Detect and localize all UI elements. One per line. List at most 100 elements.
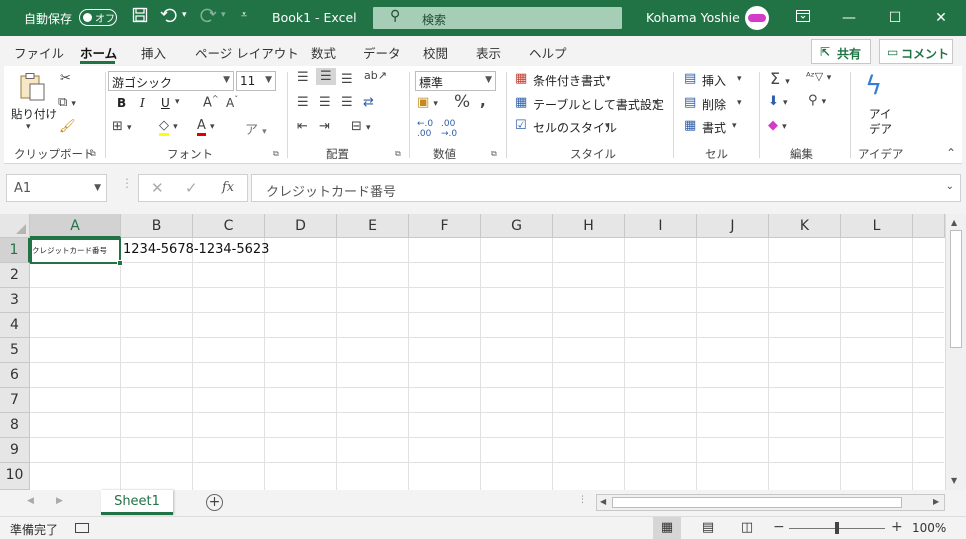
font-color-icon[interactable]: A ▾ [197, 118, 215, 136]
chevron-down-icon[interactable]: ▾ [606, 74, 611, 84]
tab-insert[interactable]: 挿入 [141, 43, 166, 62]
middle-align-icon[interactable]: ☰ [316, 68, 336, 85]
avatar[interactable] [745, 6, 769, 30]
font-size-select[interactable]: 11 ▼ [236, 71, 276, 91]
increase-font-size-icon[interactable]: A^ [203, 94, 219, 110]
conditional-format-icon[interactable]: ▦ [515, 71, 527, 86]
row-header[interactable]: 8 [0, 413, 30, 438]
enter-icon[interactable]: ✓ [185, 179, 198, 197]
underline-dropdown-icon[interactable]: ▾ [175, 97, 180, 107]
align-center-icon[interactable]: ☰ [319, 95, 331, 110]
top-align-icon[interactable]: ☰ [297, 70, 309, 85]
normal-view-icon[interactable]: ▦ [653, 517, 681, 539]
font-name-select[interactable]: 游ゴシック ▼ [108, 71, 234, 91]
ribbon-display-options-icon[interactable] [791, 6, 815, 30]
format-as-table-button[interactable]: テーブルとして書式設定 [533, 96, 664, 113]
vertical-scrollbar[interactable]: ▲ ▼ [945, 214, 966, 490]
formula-input[interactable]: クレジットカード番号 ⌄ [251, 174, 961, 202]
delete-cells-button[interactable]: 削除 [702, 96, 726, 113]
row-header[interactable]: 9 [0, 438, 30, 463]
maximize-icon[interactable]: ☐ [883, 6, 907, 30]
tab-formulas[interactable]: 数式 [311, 43, 336, 62]
column-header-partial[interactable] [913, 214, 945, 238]
fill-color-icon[interactable]: ◇ ▾ [159, 118, 178, 136]
delete-cells-icon[interactable]: ▤ [684, 95, 696, 110]
align-left-icon[interactable]: ☰ [297, 95, 309, 110]
sheet-tab[interactable]: Sheet1 [101, 490, 173, 515]
bottom-align-icon[interactable]: ☰ [341, 72, 353, 87]
ideas-label-line2[interactable]: デア [869, 121, 892, 137]
scroll-up-icon[interactable]: ▲ [951, 218, 957, 227]
zoom-slider-thumb[interactable] [835, 522, 839, 534]
minimize-icon[interactable]: — [837, 6, 861, 30]
search-box[interactable]: ⚲ 検索 [373, 7, 622, 29]
zoom-out-icon[interactable]: − [773, 519, 785, 535]
column-header[interactable]: B [121, 214, 193, 238]
horizontal-scroll-thumb[interactable] [612, 497, 902, 508]
tab-review[interactable]: 校閲 [423, 43, 448, 62]
format-painter-icon[interactable]: 🖌 [59, 119, 76, 134]
paste-dropdown-icon[interactable]: ▾ [26, 122, 31, 132]
save-icon[interactable] [132, 7, 148, 27]
increase-decimal-icon[interactable]: ←.0.00 [417, 119, 433, 139]
column-header[interactable]: C [193, 214, 265, 238]
phonetic-guide-icon[interactable]: ア ▾ [245, 119, 267, 138]
prev-sheet-icon[interactable]: ◀ [27, 496, 34, 506]
undo-dropdown-icon[interactable]: ▾ [182, 10, 187, 20]
close-icon[interactable]: ✕ [929, 6, 953, 30]
number-launcher-icon[interactable]: ⧉ [491, 149, 497, 159]
merge-center-icon[interactable]: ⊟ ▾ [351, 119, 371, 134]
row-header[interactable]: 1 [0, 238, 30, 263]
add-sheet-icon[interactable]: + [206, 494, 223, 511]
chevron-down-icon[interactable]: ▾ [605, 121, 610, 131]
tab-data[interactable]: データ [363, 43, 401, 62]
share-button[interactable]: ⇱ 共有 [811, 39, 871, 64]
tab-file[interactable]: ファイル [14, 43, 64, 62]
clipboard-launcher-icon[interactable]: ⧉ [90, 149, 96, 159]
scroll-left-icon[interactable]: ◀ [600, 497, 606, 506]
number-format-select[interactable]: 標準 ▼ [415, 71, 496, 91]
insert-cells-icon[interactable]: ▤ [684, 71, 696, 86]
zoom-in-icon[interactable]: + [891, 519, 903, 535]
format-cells-icon[interactable]: ▦ [684, 118, 696, 133]
column-header[interactable]: K [769, 214, 841, 238]
cancel-icon[interactable]: ✕ [151, 179, 164, 197]
fill-icon[interactable]: ⬇ ▾ [768, 94, 788, 109]
chevron-down-icon[interactable]: ▾ [737, 74, 742, 84]
font-launcher-icon[interactable]: ⧉ [273, 149, 279, 159]
column-header[interactable]: F [409, 214, 481, 238]
scroll-right-icon[interactable]: ▶ [933, 497, 939, 506]
row-header[interactable]: 3 [0, 288, 30, 313]
column-header[interactable]: A [30, 214, 121, 238]
horizontal-scrollbar[interactable]: ◀ ▶ [596, 494, 945, 511]
autosum-icon[interactable]: Σ ▾ [770, 69, 790, 88]
formula-bar-grip-icon[interactable]: ⋮ [121, 176, 133, 190]
percent-style-icon[interactable]: % [454, 92, 470, 112]
column-header[interactable]: D [265, 214, 337, 238]
ideas-icon[interactable]: ϟ [865, 71, 882, 101]
row-header[interactable]: 5 [0, 338, 30, 363]
zoom-level[interactable]: 100% [912, 521, 946, 535]
undo-icon[interactable] [160, 6, 178, 28]
column-header[interactable]: E [337, 214, 409, 238]
select-all-button[interactable] [0, 214, 30, 238]
comment-button[interactable]: ▭ コメント [879, 39, 953, 64]
autosave-toggle[interactable]: オフ [79, 9, 117, 26]
name-box[interactable]: A1 ▼ [6, 174, 107, 202]
conditional-format-button[interactable]: 条件付き書式 [533, 72, 605, 89]
row-header[interactable]: 2 [0, 263, 30, 288]
decrease-font-size-icon[interactable]: Aˇ [226, 95, 238, 110]
decrease-indent-icon[interactable]: ⇤ [297, 119, 308, 134]
insert-function-icon[interactable]: fx [222, 180, 234, 195]
comma-style-icon[interactable]: , [480, 92, 486, 110]
next-sheet-icon[interactable]: ▶ [56, 496, 63, 506]
cut-icon[interactable]: ✂ [60, 71, 71, 86]
vertical-scroll-thumb[interactable] [950, 230, 962, 348]
orientation-icon[interactable]: ab↗ [364, 69, 387, 82]
row-header[interactable]: 10 [0, 463, 30, 490]
ideas-label-line1[interactable]: アイ [869, 106, 891, 122]
format-as-table-icon[interactable]: ▦ [515, 95, 527, 110]
user-name[interactable]: Kohama Yoshie [646, 10, 740, 25]
paste-icon[interactable] [18, 72, 46, 106]
copy-icon[interactable]: ⧉ ▾ [58, 95, 76, 110]
